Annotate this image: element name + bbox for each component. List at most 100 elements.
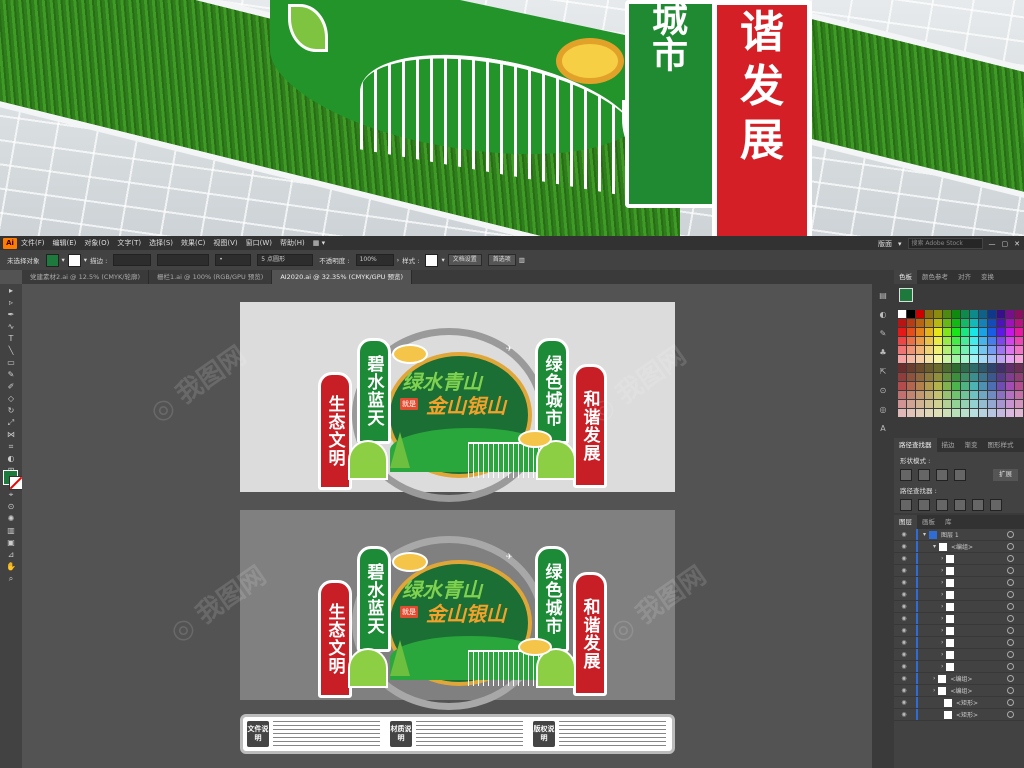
color-swatch[interactable] <box>916 391 924 399</box>
menu-view[interactable]: 视图(V) <box>213 238 237 248</box>
eye-icon[interactable]: ◉ <box>900 591 908 598</box>
color-swatch[interactable] <box>907 400 915 408</box>
color-swatch[interactable] <box>952 346 960 354</box>
eye-icon[interactable]: ◉ <box>900 603 908 610</box>
color-swatch[interactable] <box>934 373 942 381</box>
layer-row[interactable]: ◉ › <box>894 637 1024 649</box>
color-swatch[interactable] <box>898 310 906 318</box>
color-swatch[interactable] <box>925 337 933 345</box>
minimize-icon[interactable]: — <box>989 240 996 248</box>
color-swatch[interactable] <box>1015 319 1023 327</box>
color-swatch[interactable] <box>979 391 987 399</box>
color-swatch[interactable] <box>979 355 987 363</box>
eraser-tool-icon[interactable]: ◇ <box>2 393 20 404</box>
menu-type[interactable]: 文字(T) <box>117 238 141 248</box>
color-swatch[interactable] <box>934 382 942 390</box>
color-swatch[interactable] <box>970 355 978 363</box>
color-swatch[interactable] <box>961 391 969 399</box>
eye-icon[interactable]: ◉ <box>900 615 908 622</box>
eye-icon[interactable]: ◉ <box>900 567 908 574</box>
curvature-tool-icon[interactable]: ∿ <box>2 321 20 332</box>
color-swatch[interactable] <box>961 328 969 336</box>
layer-row[interactable]: ◉ › <box>894 601 1024 613</box>
fill-swatch[interactable] <box>45 253 59 267</box>
layer-row[interactable]: ◉ ▾ 图层 1 <box>894 529 1024 541</box>
color-swatch[interactable] <box>907 337 915 345</box>
target-icon[interactable] <box>1007 543 1014 550</box>
color-swatch[interactable] <box>997 346 1005 354</box>
color-swatch[interactable] <box>1006 337 1014 345</box>
pen-tool-icon[interactable]: ✒ <box>2 309 20 320</box>
align-icon[interactable]: ▥ <box>519 256 525 264</box>
selection-tool-icon[interactable]: ▸ <box>2 285 20 296</box>
color-swatch[interactable] <box>979 373 987 381</box>
color-icon[interactable]: ◐ <box>876 308 890 322</box>
target-icon[interactable] <box>1007 711 1014 718</box>
menu-effect[interactable]: 效果(C) <box>181 238 205 248</box>
color-swatch[interactable] <box>943 337 951 345</box>
color-swatch[interactable] <box>997 319 1005 327</box>
expand-button[interactable]: 扩展 <box>993 469 1018 481</box>
color-swatch[interactable] <box>988 310 996 318</box>
color-swatch[interactable] <box>997 373 1005 381</box>
color-swatch[interactable] <box>970 328 978 336</box>
color-swatch[interactable] <box>925 346 933 354</box>
color-swatch[interactable] <box>934 400 942 408</box>
menu-object[interactable]: 对象(O) <box>84 238 109 248</box>
stroke-swatch[interactable] <box>67 253 81 267</box>
layer-row[interactable]: ◉ › <编组> <box>894 673 1024 685</box>
color-swatch[interactable] <box>943 382 951 390</box>
chevron-right-icon[interactable]: › <box>941 579 943 586</box>
color-swatch[interactable] <box>898 391 906 399</box>
target-icon[interactable] <box>1007 567 1014 574</box>
color-swatch[interactable] <box>988 391 996 399</box>
color-swatch[interactable] <box>898 355 906 363</box>
color-swatch[interactable] <box>1015 400 1023 408</box>
eye-icon[interactable]: ◉ <box>900 579 908 586</box>
color-swatch[interactable] <box>1015 382 1023 390</box>
target-icon[interactable] <box>1007 639 1014 646</box>
target-icon[interactable] <box>1007 687 1014 694</box>
color-swatch[interactable] <box>1015 373 1023 381</box>
selected-swatch[interactable] <box>899 288 913 302</box>
symbol-sprayer-tool-icon[interactable]: ✺ <box>2 513 20 524</box>
blend-tool-icon[interactable]: ⊙ <box>2 501 20 512</box>
color-swatch[interactable] <box>943 400 951 408</box>
color-swatch[interactable] <box>925 409 933 417</box>
eye-icon[interactable]: ◉ <box>900 711 908 718</box>
brushes-icon[interactable]: ✎ <box>876 327 890 341</box>
color-swatch[interactable] <box>907 346 915 354</box>
color-swatch[interactable] <box>961 400 969 408</box>
color-swatch[interactable] <box>952 310 960 318</box>
graphic-style-swatch[interactable] <box>425 253 439 267</box>
color-swatch[interactable] <box>970 319 978 327</box>
color-swatch[interactable] <box>979 346 987 354</box>
color-swatch[interactable] <box>1006 310 1014 318</box>
minus-front-icon[interactable] <box>918 469 930 481</box>
color-swatch[interactable] <box>943 391 951 399</box>
tab-artboards[interactable]: 画板 <box>917 515 940 529</box>
brush-definition-dropdown[interactable]: 5 点圆形 <box>257 254 314 266</box>
color-swatch[interactable] <box>898 337 906 345</box>
target-icon[interactable] <box>1007 627 1014 634</box>
color-swatch[interactable] <box>952 382 960 390</box>
width-tool-icon[interactable]: ⋈ <box>2 429 20 440</box>
group-label[interactable]: <编组> <box>950 686 972 695</box>
color-swatch[interactable] <box>1006 391 1014 399</box>
color-swatch[interactable] <box>997 382 1005 390</box>
layer-row[interactable]: ◉ › <box>894 589 1024 601</box>
color-swatch[interactable] <box>907 355 915 363</box>
color-swatch[interactable] <box>988 337 996 345</box>
eye-icon[interactable]: ◉ <box>900 663 908 670</box>
color-swatch[interactable] <box>925 355 933 363</box>
eye-icon[interactable]: ◉ <box>900 651 908 658</box>
color-swatch[interactable] <box>952 409 960 417</box>
color-swatch[interactable] <box>979 409 987 417</box>
links-icon[interactable]: ⊙ <box>876 384 890 398</box>
menu-edit[interactable]: 编辑(E) <box>53 238 77 248</box>
minus-back-icon[interactable] <box>990 499 1002 511</box>
color-swatch[interactable] <box>1006 364 1014 372</box>
color-swatch[interactable] <box>916 373 924 381</box>
stroke-weight-field[interactable] <box>113 254 152 266</box>
eye-icon[interactable]: ◉ <box>900 639 908 646</box>
